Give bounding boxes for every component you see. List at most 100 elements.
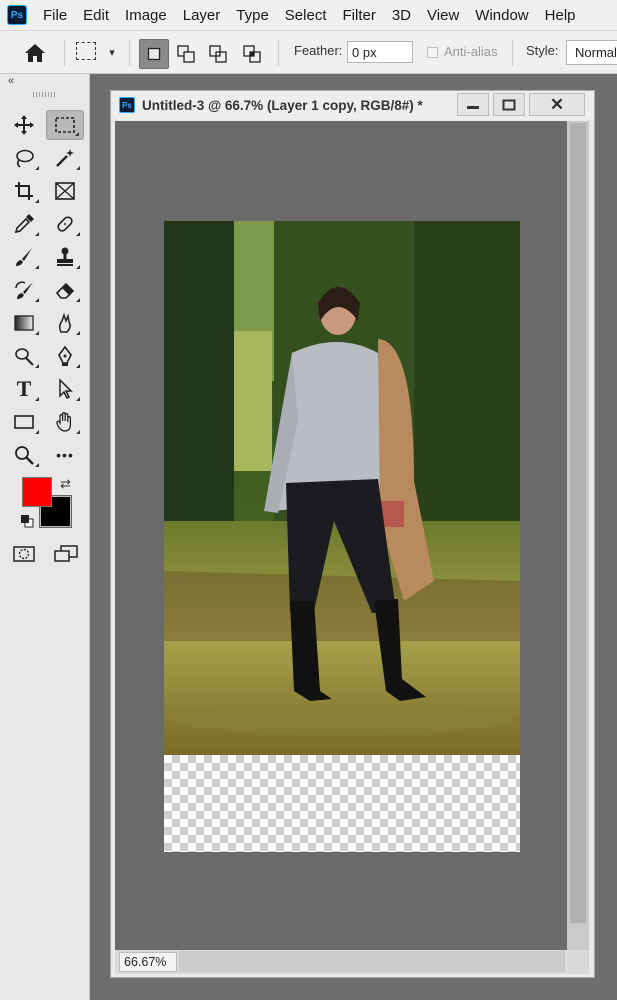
divider xyxy=(64,40,65,66)
pen-tool[interactable] xyxy=(46,341,84,371)
rectangular-marquee-tool[interactable] xyxy=(46,110,84,140)
crop-tool[interactable] xyxy=(5,176,43,206)
menu-filter[interactable]: Filter xyxy=(335,7,384,24)
lasso-icon xyxy=(16,149,34,168)
options-bar: ▾ Feather: Anti-alias Style: Normal xyxy=(0,30,617,74)
marquee-preset-icon[interactable] xyxy=(76,42,96,60)
quick-mask-icon[interactable] xyxy=(12,544,36,564)
menu-select[interactable]: Select xyxy=(277,7,335,24)
rectangle-icon xyxy=(14,415,34,429)
minimize-button[interactable] xyxy=(457,93,489,116)
edit-toolbar-button[interactable]: ••• xyxy=(46,440,84,470)
menu-view[interactable]: View xyxy=(419,7,467,24)
brush-icon xyxy=(16,248,32,266)
minimize-icon xyxy=(467,105,479,109)
anti-alias-label: Anti-alias xyxy=(444,44,498,59)
vertical-scrollbar[interactable] xyxy=(567,121,589,950)
document-window: Ps Untitled-3 @ 66.7% (Layer 1 copy, RGB… xyxy=(110,90,595,978)
bandage-icon xyxy=(57,216,73,232)
path-selection-tool[interactable] xyxy=(46,374,84,404)
gradient-tool[interactable] xyxy=(5,308,43,338)
type-tool[interactable]: T xyxy=(5,374,43,404)
anti-alias-checkbox[interactable] xyxy=(427,47,438,58)
foreground-color-swatch[interactable] xyxy=(22,477,52,507)
subtract-from-selection-button[interactable] xyxy=(203,39,233,69)
rectangle-tool[interactable] xyxy=(5,407,43,437)
menu-type[interactable]: Type xyxy=(228,7,277,24)
move-tool[interactable] xyxy=(5,110,43,140)
vertical-scrollbar-thumb[interactable] xyxy=(570,123,586,923)
zoom-icon xyxy=(15,446,34,465)
magic-wand-tool[interactable] xyxy=(46,143,84,173)
chevron-down-icon[interactable]: ▾ xyxy=(105,43,119,61)
menu-window[interactable]: Window xyxy=(467,7,536,24)
swap-colors-icon[interactable]: ⇄ xyxy=(60,477,74,491)
divider xyxy=(278,40,279,66)
move-icon xyxy=(14,115,34,135)
pasteboard[interactable] xyxy=(115,121,567,950)
feather-input[interactable] xyxy=(347,41,413,63)
frame-tool[interactable] xyxy=(46,176,84,206)
divider xyxy=(512,40,513,66)
menu-file[interactable]: File xyxy=(35,7,75,24)
type-icon: T xyxy=(16,376,32,401)
screen-mode-icon[interactable] xyxy=(53,544,79,564)
photo-layer xyxy=(164,221,520,755)
history-brush-icon xyxy=(15,281,33,299)
frame-icon xyxy=(55,182,75,200)
new-selection-button[interactable] xyxy=(139,39,169,69)
hand-tool[interactable] xyxy=(46,407,84,437)
horizontal-scrollbar[interactable] xyxy=(179,951,565,972)
clone-stamp-tool[interactable] xyxy=(46,242,84,272)
document-title: Untitled-3 @ 66.7% (Layer 1 copy, RGB/8#… xyxy=(142,98,423,113)
brush-tool[interactable] xyxy=(5,242,43,272)
transparent-area xyxy=(164,755,520,852)
history-brush-tool[interactable] xyxy=(5,275,43,305)
maximize-icon xyxy=(502,99,516,110)
dodge-tool[interactable] xyxy=(5,341,43,371)
stamp-icon xyxy=(57,247,73,266)
style-select[interactable]: Normal xyxy=(566,40,617,65)
eyedropper-icon xyxy=(14,214,34,234)
crop-icon xyxy=(15,182,33,200)
smudge-icon xyxy=(58,312,71,333)
close-button[interactable]: ✕ xyxy=(529,93,585,116)
default-colors-icon[interactable] xyxy=(20,514,34,528)
magic-wand-icon xyxy=(56,149,74,167)
home-icon[interactable] xyxy=(22,41,48,65)
close-icon: ✕ xyxy=(549,94,565,114)
gradient-icon xyxy=(14,315,34,331)
divider xyxy=(129,40,130,66)
add-to-selection-button[interactable] xyxy=(171,39,201,69)
document-title-bar[interactable]: Ps Untitled-3 @ 66.7% (Layer 1 copy, RGB… xyxy=(111,91,594,120)
rectangular-marquee-icon xyxy=(55,117,75,133)
menu-image[interactable]: Image xyxy=(117,7,175,24)
smudge-tool[interactable] xyxy=(46,308,84,338)
menu-edit[interactable]: Edit xyxy=(75,7,117,24)
collapse-panel-icon[interactable]: « xyxy=(8,75,14,87)
photoshop-document-icon: Ps xyxy=(119,97,135,113)
menu-3d[interactable]: 3D xyxy=(384,7,419,24)
maximize-button[interactable] xyxy=(493,93,525,116)
menu-bar: Ps File Edit Image Layer Type Select Fil… xyxy=(0,0,617,30)
spot-healing-brush-tool[interactable] xyxy=(46,209,84,239)
more-icon: ••• xyxy=(56,447,74,463)
pen-icon xyxy=(58,345,72,366)
menu-layer[interactable]: Layer xyxy=(175,7,229,24)
dodge-icon xyxy=(15,348,34,366)
lasso-tool[interactable] xyxy=(5,143,43,173)
tools-panel: « T ••• ⇄ xyxy=(0,74,90,1000)
feather-label: Feather: xyxy=(294,43,343,58)
status-bar: 66.67% xyxy=(115,950,589,974)
document-canvas[interactable] xyxy=(164,221,520,852)
hand-icon xyxy=(56,412,72,432)
zoom-tool[interactable] xyxy=(5,440,43,470)
eraser-tool[interactable] xyxy=(46,275,84,305)
photoshop-logo-icon: Ps xyxy=(7,5,27,25)
intersect-selection-button[interactable] xyxy=(237,39,267,69)
style-label: Style: xyxy=(526,43,559,58)
panel-grip[interactable] xyxy=(33,92,57,97)
menu-help[interactable]: Help xyxy=(537,7,584,24)
eyedropper-tool[interactable] xyxy=(5,209,43,239)
zoom-level-field[interactable]: 66.67% xyxy=(119,952,177,972)
